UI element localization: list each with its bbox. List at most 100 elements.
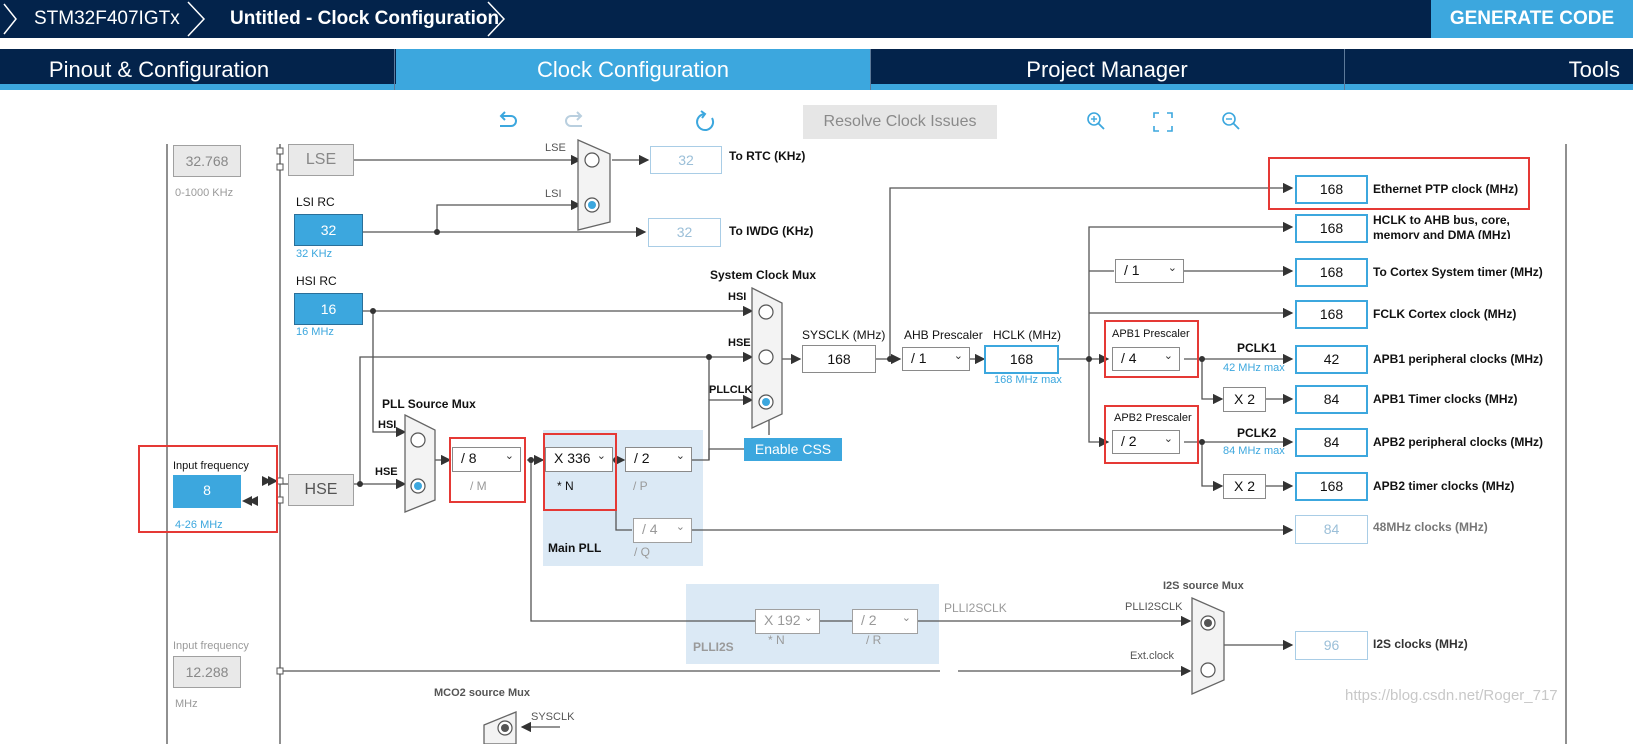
highlight-apb2 [1104,405,1199,464]
mco2-source-mux-title: MCO2 source Mux [434,687,530,699]
cortex-timer-value[interactable]: 168 [1295,258,1368,287]
redo-icon[interactable] [562,108,586,134]
i2s-mux-ext-clock-label: Ext.clock [1130,650,1175,662]
top-bar: STM32F407IGTx Untitled - Clock Configura… [0,0,1633,38]
sysclk-label: SYSCLK (MHz) [802,328,886,342]
tab-pinout[interactable]: Pinout & Configuration [0,49,318,90]
chevron-down-icon: ⌄ [953,350,963,362]
hse-block: HSE [288,474,354,506]
plli2s-n-value: X 192 [764,612,801,628]
breadcrumb-project[interactable]: Untitled - Clock Configuration [230,0,499,38]
sys-mux-pllclk-label: PLLCLK [709,384,753,396]
highlight-pll-m [449,437,526,503]
plli2s-r-value: / 2 [861,612,877,628]
lse-range-label: 0-1000 KHz [175,187,234,199]
ahb-prescaler-value: / 1 [911,350,927,366]
lse-input-field[interactable]: 32.768 [173,145,241,177]
plli2s-r-label: / R [866,633,882,647]
hclk-ahb-label: HCLK to AHB bus, core, [1373,213,1510,227]
mco2-sysclk-label: SYSCLK [531,711,575,723]
pll-q-value: / 4 [642,521,658,537]
pll-source-hse-label: HSE [375,466,398,478]
tab-divider [870,49,871,90]
undo-icon[interactable] [496,108,520,134]
pll-source-mux-shape [404,413,436,513]
watermark: https://blog.csdn.net/Roger_717 [1345,687,1558,704]
apb2-peripheral-value[interactable]: 84 [1295,428,1368,457]
chevron-down-icon: ⌄ [901,612,911,624]
hclk-max-label: 168 MHz max [994,374,1062,386]
fclk-cortex-label: FCLK Cortex clock (MHz) [1373,307,1517,321]
main-tab-bar: Pinout & Configuration Clock Configurati… [0,49,1633,90]
ahb-prescaler-select[interactable]: / 1 ⌄ [902,347,970,371]
apb2-timer-label: APB2 timer clocks (MHz) [1373,479,1515,493]
hclk-ahb-label-line2: memory and DMA (MHz) [1373,228,1511,239]
tab-tools[interactable]: Tools [1500,49,1620,90]
i2s-source-mux-shape [1191,597,1225,695]
apb1-peripheral-label: APB1 peripheral clocks (MHz) [1373,352,1544,366]
pclk2-label: PCLK2 [1237,426,1277,440]
refresh-icon[interactable] [693,109,717,135]
i2s-input-label: Input frequency [173,640,249,652]
highlight-hse-input [138,445,278,533]
pll-p-label: / P [633,479,648,493]
cortex-timer-divider-select[interactable]: / 1 ⌄ [1115,259,1184,283]
sys-mux-hse-label: HSE [728,337,751,349]
rtc-output-label: To RTC (KHz) [729,149,806,163]
enable-css-button[interactable]: Enable CSS [744,438,842,461]
generate-code-button[interactable]: GENERATE CODE [1431,0,1633,38]
fclk-cortex-value[interactable]: 168 [1295,300,1368,329]
clk48-value[interactable]: 84 [1295,515,1368,544]
cortex-timer-label: To Cortex System timer (MHz) [1373,265,1543,279]
resolve-clock-issues-button[interactable]: Resolve Clock Issues [803,105,997,139]
hsi-rc-title: HSI RC [296,274,337,288]
i2s-source-mux-title: I2S source Mux [1163,580,1244,592]
hclk-input-field[interactable]: 168 [984,345,1059,374]
apb1-timer-label: APB1 Timer clocks (MHz) [1373,392,1518,406]
highlight-ethernet-ptp [1268,157,1530,210]
hclk-ahb-value[interactable]: 168 [1295,214,1368,243]
fit-screen-icon[interactable] [1152,111,1174,133]
i2s-clock-label: I2S clocks (MHz) [1373,637,1468,651]
rtc-mux-lse-label: LSE [545,142,566,154]
lsi-rc-unit: 32 KHz [296,248,333,260]
cortex-timer-divider-value: / 1 [1124,262,1140,278]
tab-clock-configuration[interactable]: Clock Configuration [396,49,870,90]
pll-p-value: / 2 [634,450,650,466]
clk48-label: 48MHz clocks (MHz) [1373,520,1488,534]
chevron-down-icon: ⌄ [1167,262,1177,274]
iwdg-output-value: 32 [648,218,721,247]
pll-source-hsi-label: HSI [378,419,397,431]
chevron-down-icon: ⌄ [675,450,685,462]
rtc-output-value: 32 [650,146,722,174]
pclk2-max-label: 84 MHz max [1223,445,1285,457]
apb2-timer-x2: X 2 [1223,474,1266,499]
apb1-peripheral-value[interactable]: 42 [1295,345,1368,374]
apb2-peripheral-label: APB2 peripheral clocks (MHz) [1373,435,1544,449]
chevron-down-icon: ⌄ [675,521,685,533]
apb1-timer-value[interactable]: 84 [1295,385,1368,414]
pll-p-select[interactable]: / 2 ⌄ [625,447,692,472]
zoom-in-icon[interactable] [1084,109,1108,133]
plli2s-n-select[interactable]: X 192 ⌄ [755,609,820,634]
breadcrumb-device[interactable]: STM32F407IGTx [34,0,180,38]
pll-q-select[interactable]: / 4 ⌄ [633,518,692,543]
zoom-out-icon[interactable] [1219,109,1243,133]
apb2-timer-value[interactable]: 168 [1295,472,1368,501]
plli2s-r-select[interactable]: / 2 ⌄ [852,609,918,634]
chevron-down-icon: ⌄ [803,612,813,624]
tab-divider [1344,49,1345,90]
i2s-clock-value[interactable]: 96 [1295,631,1368,660]
pclk1-max-label: 42 MHz max [1223,362,1285,374]
lsi-rc-value: 32 [294,214,363,246]
hsi-rc-value: 16 [294,293,363,325]
i2s-mux-plli2sclk-label: PLLI2SCLK [1125,601,1183,613]
tab-project-manager[interactable]: Project Manager [870,49,1344,90]
pclk1-label: PCLK1 [1237,341,1277,355]
pll-source-mux-title: PLL Source Mux [382,397,476,411]
rtc-mux-lsi-label: LSI [545,188,562,200]
hsi-rc-unit: 16 MHz [296,326,334,338]
i2s-input-field[interactable]: 12.288 [173,656,241,688]
main-pll-title: Main PLL [548,541,602,555]
lse-block: LSE [288,144,354,176]
